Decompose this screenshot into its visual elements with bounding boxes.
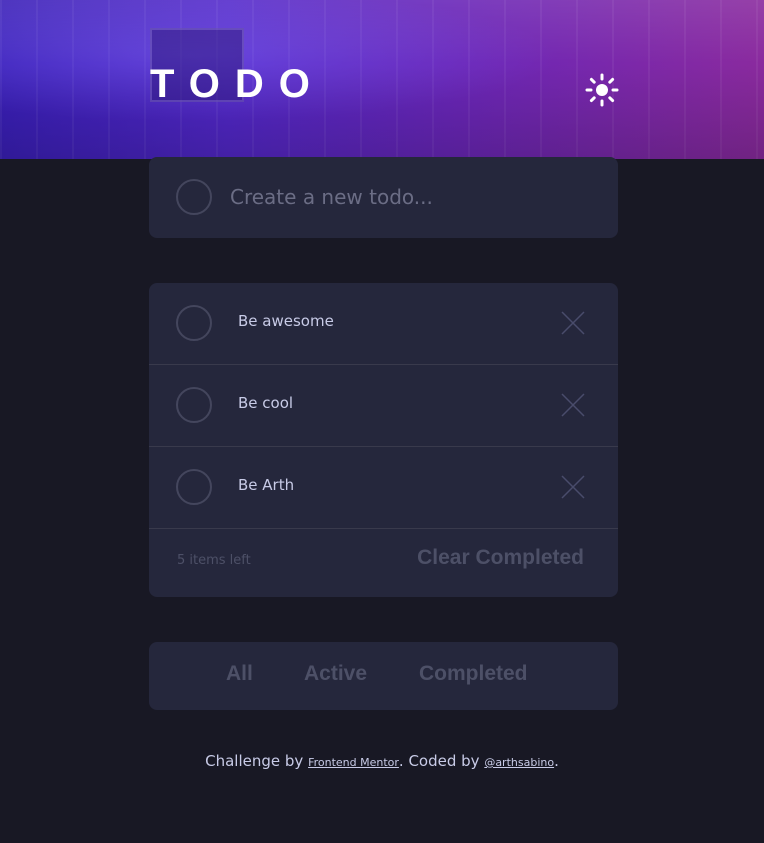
attribution: Challenge by Frontend Mentor. Coded by @…: [0, 752, 764, 770]
todo-text[interactable]: Be cool: [238, 394, 293, 412]
filter-active-button[interactable]: Active: [304, 662, 367, 686]
todo-text[interactable]: Be Arth: [238, 476, 294, 494]
items-left-count: 5 items left: [177, 553, 251, 568]
close-icon: [561, 311, 585, 335]
list-footer: 5 items left Clear Completed: [149, 529, 618, 597]
header-background: TODO: [0, 0, 764, 159]
todo-item: Be cool: [149, 365, 618, 447]
delete-todo-button[interactable]: [559, 391, 587, 419]
app-title: TODO: [150, 62, 325, 106]
todo-text[interactable]: Be awesome: [238, 312, 334, 330]
close-icon: [561, 475, 585, 499]
filter-completed-button[interactable]: Completed: [419, 662, 528, 686]
clear-completed-button[interactable]: Clear Completed: [417, 546, 584, 570]
author-link[interactable]: @arthsabino: [484, 756, 554, 769]
filter-bar: All Active Completed: [149, 642, 618, 710]
todo-list: Be awesome Be cool Be Arth 5 items left …: [149, 283, 618, 597]
delete-todo-button[interactable]: [559, 473, 587, 501]
todo-checkbox[interactable]: [176, 469, 212, 505]
delete-todo-button[interactable]: [559, 309, 587, 337]
attribution-middle: . Coded by: [398, 752, 485, 770]
new-todo-card: [149, 157, 618, 238]
sun-icon: [585, 73, 619, 107]
attribution-suffix: .: [554, 752, 559, 770]
new-todo-input[interactable]: [230, 177, 590, 217]
filter-all-button[interactable]: All: [226, 662, 253, 686]
new-todo-checkbox[interactable]: [176, 179, 212, 215]
todo-checkbox[interactable]: [176, 387, 212, 423]
frontend-mentor-link[interactable]: Frontend Mentor: [308, 756, 399, 769]
theme-toggle-button[interactable]: [584, 72, 620, 108]
todo-item: Be awesome: [149, 283, 618, 365]
close-icon: [561, 393, 585, 417]
todo-item: Be Arth: [149, 447, 618, 529]
attribution-prefix: Challenge by: [205, 752, 309, 770]
todo-checkbox[interactable]: [176, 305, 212, 341]
